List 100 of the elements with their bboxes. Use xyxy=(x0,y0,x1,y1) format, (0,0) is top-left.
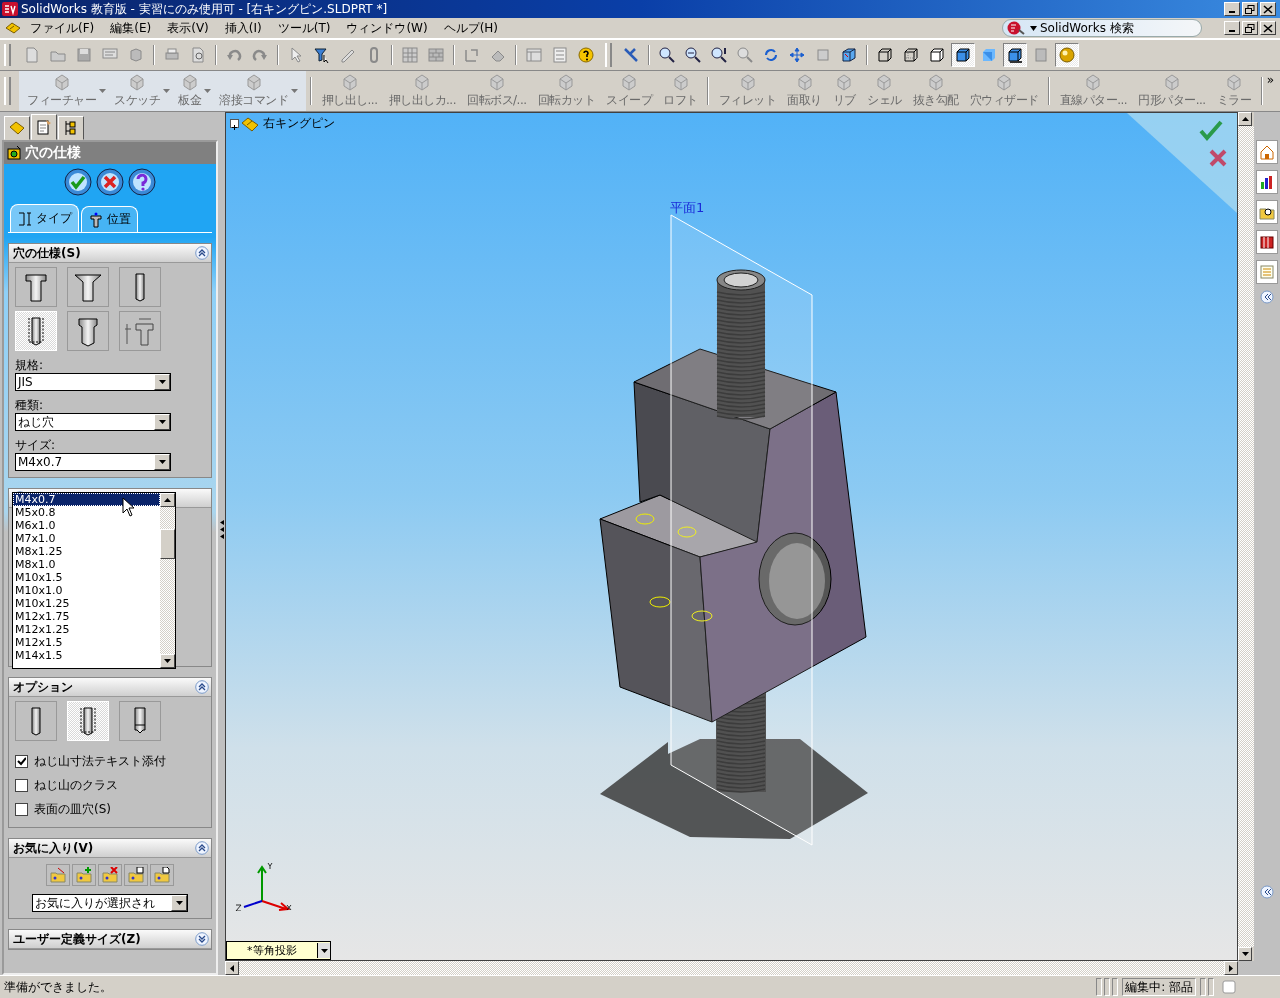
command-tab[interactable]: 溶接コマンド xyxy=(215,71,302,111)
checkbox-option[interactable]: ねじ山のクラス xyxy=(15,773,205,797)
expand-chevron-icon[interactable] xyxy=(1260,885,1274,899)
size-option[interactable]: M14x1.5 xyxy=(13,649,160,662)
size-option[interactable]: M10x1.25 xyxy=(13,597,160,610)
feature-command[interactable]: ロフト xyxy=(657,71,704,111)
hole-type-button[interactable] xyxy=(67,267,109,307)
hole-type-button[interactable] xyxy=(15,701,57,741)
cancel-button[interactable] xyxy=(96,168,124,196)
menu-item[interactable]: 挿入(I) xyxy=(216,18,270,38)
toolbar-grip[interactable] xyxy=(4,44,11,66)
more-commands-button[interactable]: » xyxy=(1266,73,1277,87)
tree-item[interactable]: 右キングピン xyxy=(263,115,335,132)
hole-type-button[interactable] xyxy=(67,311,109,351)
minimize-button[interactable] xyxy=(1224,2,1240,16)
menu-item[interactable]: 表示(V) xyxy=(159,18,217,38)
feature-command[interactable]: 押し出し... xyxy=(316,71,383,111)
feature-command[interactable]: 面取り xyxy=(781,71,828,111)
checkbox[interactable] xyxy=(15,754,28,768)
search-bar[interactable]: SolidWorks 検索 xyxy=(1002,19,1202,37)
task-pane-tab[interactable] xyxy=(1256,170,1278,194)
favorite-button[interactable] xyxy=(98,864,122,886)
toolbar-grip[interactable] xyxy=(4,77,11,105)
favorite-button[interactable] xyxy=(150,864,174,886)
menu-item[interactable]: ヘルプ(H) xyxy=(435,18,507,38)
feature-command[interactable]: シェル xyxy=(861,71,908,111)
ok-button[interactable] xyxy=(64,168,92,196)
reference-plane[interactable] xyxy=(670,214,813,846)
toolbar-grip[interactable] xyxy=(605,43,612,67)
scrollbar-thumb[interactable] xyxy=(160,529,175,559)
configuration-tab[interactable] xyxy=(58,116,84,140)
close-button[interactable] xyxy=(1260,2,1276,16)
restore-button[interactable] xyxy=(1242,21,1258,35)
close-button[interactable] xyxy=(1260,21,1276,35)
expand-chevron-icon[interactable] xyxy=(1260,290,1274,304)
size-option[interactable]: M10x1.5 xyxy=(13,571,160,584)
size-option[interactable]: M7x1.0 xyxy=(13,532,160,545)
view-orientation-dropdown[interactable]: *等角投影 xyxy=(226,941,331,960)
favorites-dropdown[interactable]: お気に入りが選択され xyxy=(32,894,188,912)
cross-icon[interactable] xyxy=(1209,149,1227,167)
graphics-area[interactable]: 右キングピン 平面1 *等角投影 xyxy=(225,112,1238,961)
dropdown-field[interactable]: M4x0.7 xyxy=(15,453,171,471)
size-option[interactable]: M8x1.0 xyxy=(13,558,160,571)
command-tab[interactable]: フィーチャー xyxy=(23,71,110,111)
expand-toggle[interactable] xyxy=(230,119,239,128)
checkbox[interactable] xyxy=(15,778,28,792)
favorite-button[interactable] xyxy=(124,864,148,886)
caret-icon[interactable] xyxy=(1030,25,1037,31)
check-mark-icon[interactable] xyxy=(1199,120,1223,142)
size-option[interactable]: M6x1.0 xyxy=(13,519,160,532)
menu-item[interactable]: ウィンドウ(W) xyxy=(338,18,436,38)
size-option[interactable]: M12x1.5 xyxy=(13,636,160,649)
search-field[interactable]: SolidWorks 検索 xyxy=(1040,21,1180,35)
size-option[interactable]: M12x1.25 xyxy=(13,623,160,636)
vertical-scrollbar[interactable] xyxy=(1238,112,1254,961)
collapse-chevron-icon[interactable] xyxy=(195,246,209,260)
hole-type-button[interactable] xyxy=(119,701,161,741)
panel-tab[interactable]: 位置 xyxy=(81,206,138,232)
minimize-button[interactable] xyxy=(1224,21,1240,35)
dropdown-field[interactable]: ねじ穴 xyxy=(15,413,171,431)
command-tab[interactable]: 板金 xyxy=(174,71,215,111)
feature-command[interactable]: 抜き勾配 xyxy=(907,71,965,111)
size-dropdown-list[interactable]: M4x0.7 M5x0.8 M6x1.0 M7x1.0 M8x1.25 M8x1.0 M10x1.5 M10x1.0 M10x1.25 M12x1.75 M12x1.25 M12x1.5 M14x1.5 xyxy=(12,492,176,669)
hole-type-button[interactable] xyxy=(119,267,161,307)
property-manager-tab[interactable] xyxy=(31,114,57,140)
feature-command[interactable]: フィレット xyxy=(713,71,782,111)
checkbox-option[interactable]: ねじ山寸法テキスト添付 xyxy=(15,749,205,773)
menu-item[interactable]: ツール(T) xyxy=(269,18,339,38)
task-pane-tab[interactable] xyxy=(1256,200,1278,224)
expand-chevron-icon[interactable] xyxy=(195,932,209,946)
restore-button[interactable] xyxy=(1242,2,1258,16)
collapse-chevron-icon[interactable] xyxy=(195,680,209,694)
panel-tab[interactable]: タイプ xyxy=(10,204,79,232)
feature-command[interactable]: 穴ウィザード xyxy=(964,71,1045,111)
feature-tree-tab[interactable] xyxy=(4,116,30,140)
size-option[interactable]: M12x1.75 xyxy=(13,610,160,623)
feature-command[interactable]: リブ xyxy=(827,71,862,111)
size-option[interactable]: M8x1.25 xyxy=(13,545,160,558)
checkbox[interactable] xyxy=(15,802,28,816)
menu-item[interactable]: ファイル(F) xyxy=(22,18,103,38)
dropdown-field[interactable]: JIS xyxy=(15,373,171,391)
feature-command[interactable]: 押し出しカ... xyxy=(383,71,462,111)
feature-command[interactable]: 回転ボス/... xyxy=(461,71,533,111)
feature-command[interactable]: 直線パター... xyxy=(1054,71,1133,111)
help-button[interactable] xyxy=(128,168,156,196)
menu-item[interactable]: 編集(E) xyxy=(102,18,160,38)
collapse-chevron-icon[interactable] xyxy=(195,841,209,855)
command-tab[interactable]: スケッチ xyxy=(110,71,174,111)
feature-command[interactable]: スイープ xyxy=(600,71,658,111)
size-option[interactable]: M5x0.8 xyxy=(13,506,160,519)
hole-type-button[interactable] xyxy=(15,267,57,307)
checkbox-option[interactable]: 表面の皿穴(S) xyxy=(15,797,205,821)
task-pane-tab[interactable] xyxy=(1256,230,1278,254)
list-scrollbar[interactable] xyxy=(160,493,175,668)
feature-command[interactable]: 円形パター... xyxy=(1132,71,1212,111)
size-option[interactable]: M4x0.7 xyxy=(13,493,160,506)
feature-command[interactable]: ミラー xyxy=(1211,71,1257,111)
feature-command[interactable]: 回転カット xyxy=(532,71,601,111)
size-option[interactable]: M10x1.0 xyxy=(13,584,160,597)
horizontal-scrollbar[interactable] xyxy=(225,961,1238,975)
